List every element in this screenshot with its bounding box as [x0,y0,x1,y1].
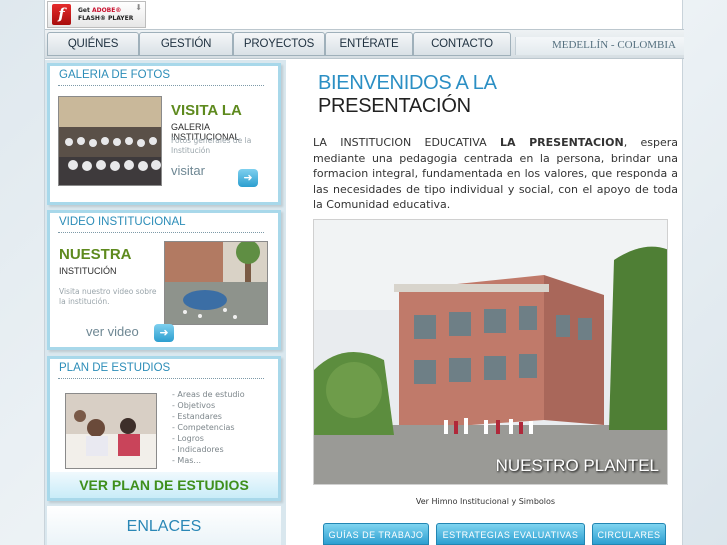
study-plan-panel-title: PLAN DE ESTUDIOS [59,362,171,374]
study-plan-panel: PLAN DE ESTUDIOS - Areas de estudio - Ob… [47,356,281,501]
video-panel-title: VIDEO INSTITUCIONAL [59,216,186,228]
list-item: - Areas de estudio [172,390,245,399]
flash-line1-prefix: Get [78,6,92,14]
arrow-right-icon[interactable]: ➜ [238,169,258,187]
page-container: f Get ADOBE® FLASH® PLAYER ⬇ QUIÉNES SOM… [44,0,684,545]
work-guides-button[interactable]: GUÍAS DE TRABAJO [323,523,429,545]
video-subheading: INSTITUCIÓN [59,266,117,276]
download-arrow-icon: ⬇ [135,3,142,12]
gallery-description: Fotos generales de la Institución [171,136,252,155]
flash-line1-brand: ADOBE® [91,6,122,14]
view-study-plan-button[interactable]: VER PLAN DE ESTUDIOS [50,472,278,498]
video-panel: VIDEO INSTITUCIONAL NUESTRA INSTITUCIÓN … [47,210,281,350]
location-label: MEDELLÍN - COLOMBIA [551,39,676,51]
gallery-heading: VISITA LA [171,102,242,119]
school-yard-image [165,242,267,324]
welcome-title-line1: BIENVENIDOS A LA [318,72,497,94]
video-thumbnail[interactable] [164,241,268,325]
list-item: - Objetivos [172,401,216,410]
arrow-right-icon[interactable]: ➜ [154,324,174,342]
intro-text-start: LA INSTITUCION EDUCATIVA [313,136,500,149]
nav-gestion[interactable]: GESTIÓN [139,32,233,56]
list-item: - Mas... [172,456,202,465]
anthem-symbols-link[interactable]: Ver Himno Institucional y Simbolos [287,497,684,506]
divider [58,378,264,379]
intro-paragraph: LA INSTITUCION EDUCATIVA LA PRESENTACION… [313,135,678,213]
flash-badge-text: Get ADOBE® FLASH® PLAYER [78,7,133,23]
study-plan-list: - Areas de estudio - Objetivos - Estanda… [172,389,245,466]
welcome-title-line2: PRESENTACIÓN [318,95,471,117]
study-plan-photo [65,393,157,469]
gallery-panel: GALERIA DE FOTOS VISITA LA GALERIA INSTI… [47,63,281,205]
gallery-photo[interactable] [58,96,162,186]
divider [58,85,264,86]
list-item: - Competencias [172,423,235,432]
video-description: Visita nuestro video sobre la institució… [59,287,157,306]
nav-enterate[interactable]: ENTÉRATE [325,32,413,56]
school-building-image [314,220,667,484]
classroom-image [66,394,156,468]
campus-photo: NUESTRO PLANTEL [313,219,668,485]
gallery-panel-title: GALERIA DE FOTOS [59,69,170,81]
students-photo-image [59,97,161,185]
circulars-button[interactable]: CIRCULARES [592,523,666,545]
visit-gallery-link[interactable]: visitar [171,163,205,178]
evaluation-strategies-button[interactable]: ESTRATEGIAS EVALUATIVAS [436,523,585,545]
list-item: - Logros [172,434,204,443]
nav-quienes-somos[interactable]: QUIÉNES SOMOS [47,32,139,72]
main-content: BIENVENIDOS A LA PRESENTACIÓN LA INSTITU… [287,60,684,545]
links-heading: ENLACES [47,506,281,545]
photo-caption: NUESTRO PLANTEL [495,456,659,475]
main-navigation: QUIÉNES SOMOS GESTIÓN PROYECTOS ENTÉRATE… [45,29,684,72]
sidebar: GALERIA DE FOTOS VISITA LA GALERIA INSTI… [45,60,286,545]
watch-video-link[interactable]: ver video [86,324,139,339]
flash-line2: FLASH® PLAYER [78,14,134,22]
list-item: - Indicadores [172,445,224,454]
get-flash-player-badge[interactable]: f Get ADOBE® FLASH® PLAYER ⬇ [47,1,146,28]
list-item: - Estandares [172,412,222,421]
flash-logo-icon: f [52,4,71,25]
nav-contacto[interactable]: CONTACTO [413,32,511,56]
institution-name: LA PRESENTACION [499,136,624,149]
nav-proyectos[interactable]: PROYECTOS [233,32,325,56]
video-heading: NUESTRA [59,246,132,263]
divider [58,232,264,233]
